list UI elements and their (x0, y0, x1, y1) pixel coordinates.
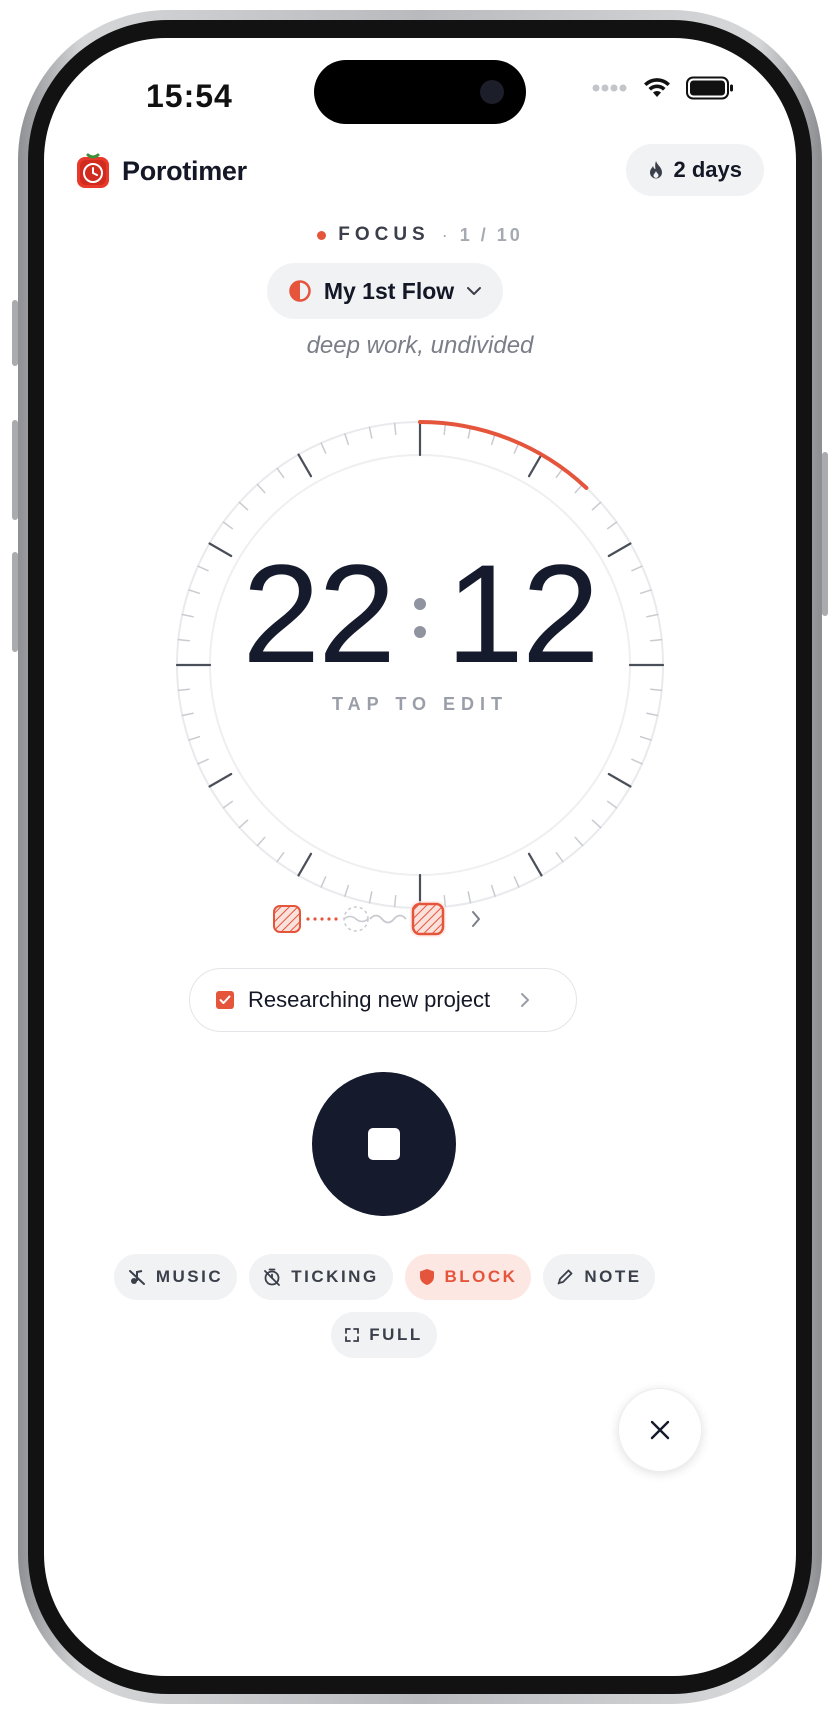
dial-tick-minor (368, 426, 373, 439)
pencil-icon (557, 1269, 573, 1285)
dial-tick-minor (320, 442, 327, 454)
half-circle-icon (289, 280, 311, 302)
fullscreen-icon (345, 1328, 360, 1342)
block-toggle[interactable]: BLOCK (405, 1254, 531, 1300)
dial-tick-minor (649, 688, 663, 692)
break-wave (369, 914, 407, 924)
ticking-toggle[interactable]: TICKING (249, 1254, 393, 1300)
stop-button[interactable] (312, 1072, 456, 1216)
action-button (12, 300, 18, 366)
chevron-right-icon (521, 993, 530, 1007)
dial-tick-minor (197, 758, 209, 765)
power-button (822, 452, 828, 616)
front-camera-icon (480, 80, 504, 104)
cycle-dots (306, 917, 338, 921)
volume-down-button (12, 552, 18, 652)
chevron-right-icon (472, 911, 480, 927)
dial-tick-minor (222, 800, 234, 809)
music-label: MUSIC (155, 1267, 224, 1286)
close-icon (650, 1420, 670, 1440)
mode-label: FOCUS (338, 224, 430, 245)
task-label: Researching new project (248, 987, 491, 1012)
dial-tick-minor (490, 884, 496, 897)
dial-tick-minor (256, 836, 266, 847)
dial-tick-minor (344, 884, 350, 897)
dial-tick-minor (574, 836, 584, 847)
block-label: BLOCK (444, 1267, 518, 1286)
dial-tick-minor (591, 819, 602, 829)
music-off-icon (128, 1270, 145, 1285)
dial-tick-minor (320, 876, 327, 888)
dial-tick-minor (188, 735, 201, 741)
dial-tick-minor (555, 851, 564, 863)
cellular-signal-icon (592, 84, 627, 92)
timer-display[interactable]: 22 12 (44, 544, 796, 684)
ticking-label: TICKING (291, 1267, 379, 1286)
note-button[interactable]: NOTE (543, 1254, 655, 1300)
timer-minutes: 22 (242, 535, 396, 692)
app-title: Porotimer (122, 155, 247, 186)
dial-tick-minor (276, 851, 285, 863)
mode-dot (317, 230, 327, 240)
break-cycle-icon (343, 906, 369, 932)
timer-colon (414, 590, 426, 638)
dial-tick-minor (276, 467, 285, 479)
cycle-progress[interactable] (270, 900, 500, 940)
dial-tick-major (527, 453, 543, 478)
current-task[interactable]: Researching new project (189, 968, 577, 1032)
dial-tick-minor (631, 758, 643, 765)
dial-tick-major (297, 453, 313, 478)
task-checkbox[interactable] (216, 991, 234, 1009)
dial-tick-major (208, 772, 233, 788)
dial-tick-minor (639, 735, 652, 741)
checkmark-icon (219, 995, 231, 1004)
dynamic-island (314, 60, 526, 124)
note-label: NOTE (584, 1267, 642, 1286)
flow-name: My 1st Flow (323, 277, 455, 304)
volume-up-button (12, 420, 18, 520)
status-time: 15:54 (146, 78, 233, 114)
streak-label: 2 days (673, 157, 743, 182)
dial-tick-minor (606, 521, 618, 530)
streak-badge[interactable]: 2 days (625, 144, 764, 196)
status-icons (592, 76, 734, 100)
flame-icon (649, 161, 662, 179)
music-toggle[interactable]: MUSIC (114, 1254, 237, 1300)
flow-tagline: deep work, undivided (306, 332, 534, 359)
dial-tick-major (607, 772, 632, 788)
ticking-off-icon (264, 1268, 281, 1286)
focus-cycle-icon (273, 905, 301, 933)
flow-selector[interactable]: My 1st Flow (267, 263, 503, 319)
dial-tick-minor (344, 433, 350, 446)
wifi-icon (644, 78, 670, 97)
dial-tick-minor (513, 876, 520, 888)
dial-tick-minor (238, 501, 249, 511)
dial-tick-major (527, 852, 543, 877)
dial-tick-minor (393, 422, 397, 436)
dial-tick-minor (606, 800, 618, 809)
session-indicator: FOCUS · 1 / 10 (44, 224, 796, 246)
brand: Porotimer (76, 153, 247, 189)
fullscreen-button[interactable]: FULL (331, 1312, 437, 1358)
timer-seconds: 12 (446, 535, 600, 692)
current-focus-cycle-icon (410, 901, 446, 937)
battery-icon (686, 76, 733, 100)
tomato-clock-logo-icon (77, 153, 109, 188)
dial-tick-minor (177, 688, 191, 692)
app-screen: 15:54 Porotimer 2 days FOCUS · 1 / 10 My… (44, 38, 796, 1676)
tap-to-edit-hint: TAP TO EDIT (331, 694, 508, 714)
dial-tick-minor (238, 819, 249, 829)
dial-tick-minor (591, 501, 602, 511)
mode-separator: · (441, 224, 448, 245)
session-count: 1 / 10 (459, 224, 523, 245)
dial-tick-minor (256, 483, 266, 494)
full-label: FULL (369, 1325, 423, 1344)
dial-tick-major (297, 852, 313, 877)
dial-tick-minor (222, 521, 234, 530)
chevron-down-icon (467, 287, 482, 295)
close-button[interactable] (618, 1388, 702, 1472)
stop-icon (368, 1128, 400, 1160)
shield-icon (419, 1269, 434, 1285)
